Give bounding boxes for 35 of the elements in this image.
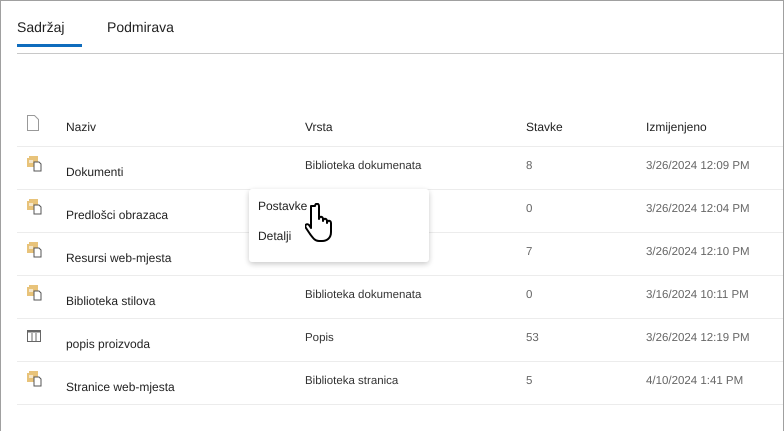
library-icon <box>27 156 43 172</box>
table-cell-text: Popis <box>305 332 335 346</box>
table-cell-text: 3/26/2024 12:19 PM <box>646 332 751 346</box>
tab[interactable]: Podmirava <box>107 16 174 47</box>
file-icon <box>27 114 39 130</box>
table-cell-text: 3/26/2024 12:10 PM <box>646 246 751 260</box>
column-header[interactable]: Stavke <box>526 120 646 134</box>
library-icon <box>27 285 43 301</box>
menu-item[interactable]: Detalji <box>258 229 292 243</box>
library-icon <box>27 242 43 258</box>
item-name[interactable]: Dokumenti <box>66 157 305 179</box>
column-header[interactable]: Vrsta <box>305 120 526 134</box>
table-cell-text: 7 <box>526 246 534 260</box>
library-icon <box>27 199 43 215</box>
item-name[interactable]: popis proizvoda <box>66 329 305 351</box>
library-icon <box>27 371 43 387</box>
item-name[interactable]: Stranice web-mjesta <box>66 372 305 394</box>
list-icon <box>27 330 41 342</box>
tab[interactable]: Sadržaj <box>17 16 82 47</box>
table-cell-text: 0 <box>526 203 534 217</box>
table-cell-text: 4/10/2024 1:41 PM <box>646 375 744 389</box>
table-cell-text: Biblioteka dokumenata <box>305 160 422 174</box>
table-cell-text: 3/16/2024 10:11 PM <box>646 289 750 303</box>
table-cell-text: Biblioteka dokumenata <box>305 289 422 303</box>
table-cell-text: 3/26/2024 12:09 PM <box>646 160 751 174</box>
table-cell-text: 53 <box>526 332 540 346</box>
menu-item[interactable]: Postavke <box>258 199 308 213</box>
table-cell-text: 0 <box>526 289 534 303</box>
table-cell-text: 3/26/2024 12:04 PM <box>646 203 751 217</box>
table-cell-text: 5 <box>526 375 534 389</box>
table-cell-text: Biblioteka stranica <box>305 375 400 389</box>
column-header[interactable]: Naziv <box>66 120 305 134</box>
item-name[interactable]: Biblioteka stilova <box>66 286 305 308</box>
table-cell-text: 8 <box>526 160 534 174</box>
column-header[interactable]: Izmijenjeno <box>646 120 783 134</box>
